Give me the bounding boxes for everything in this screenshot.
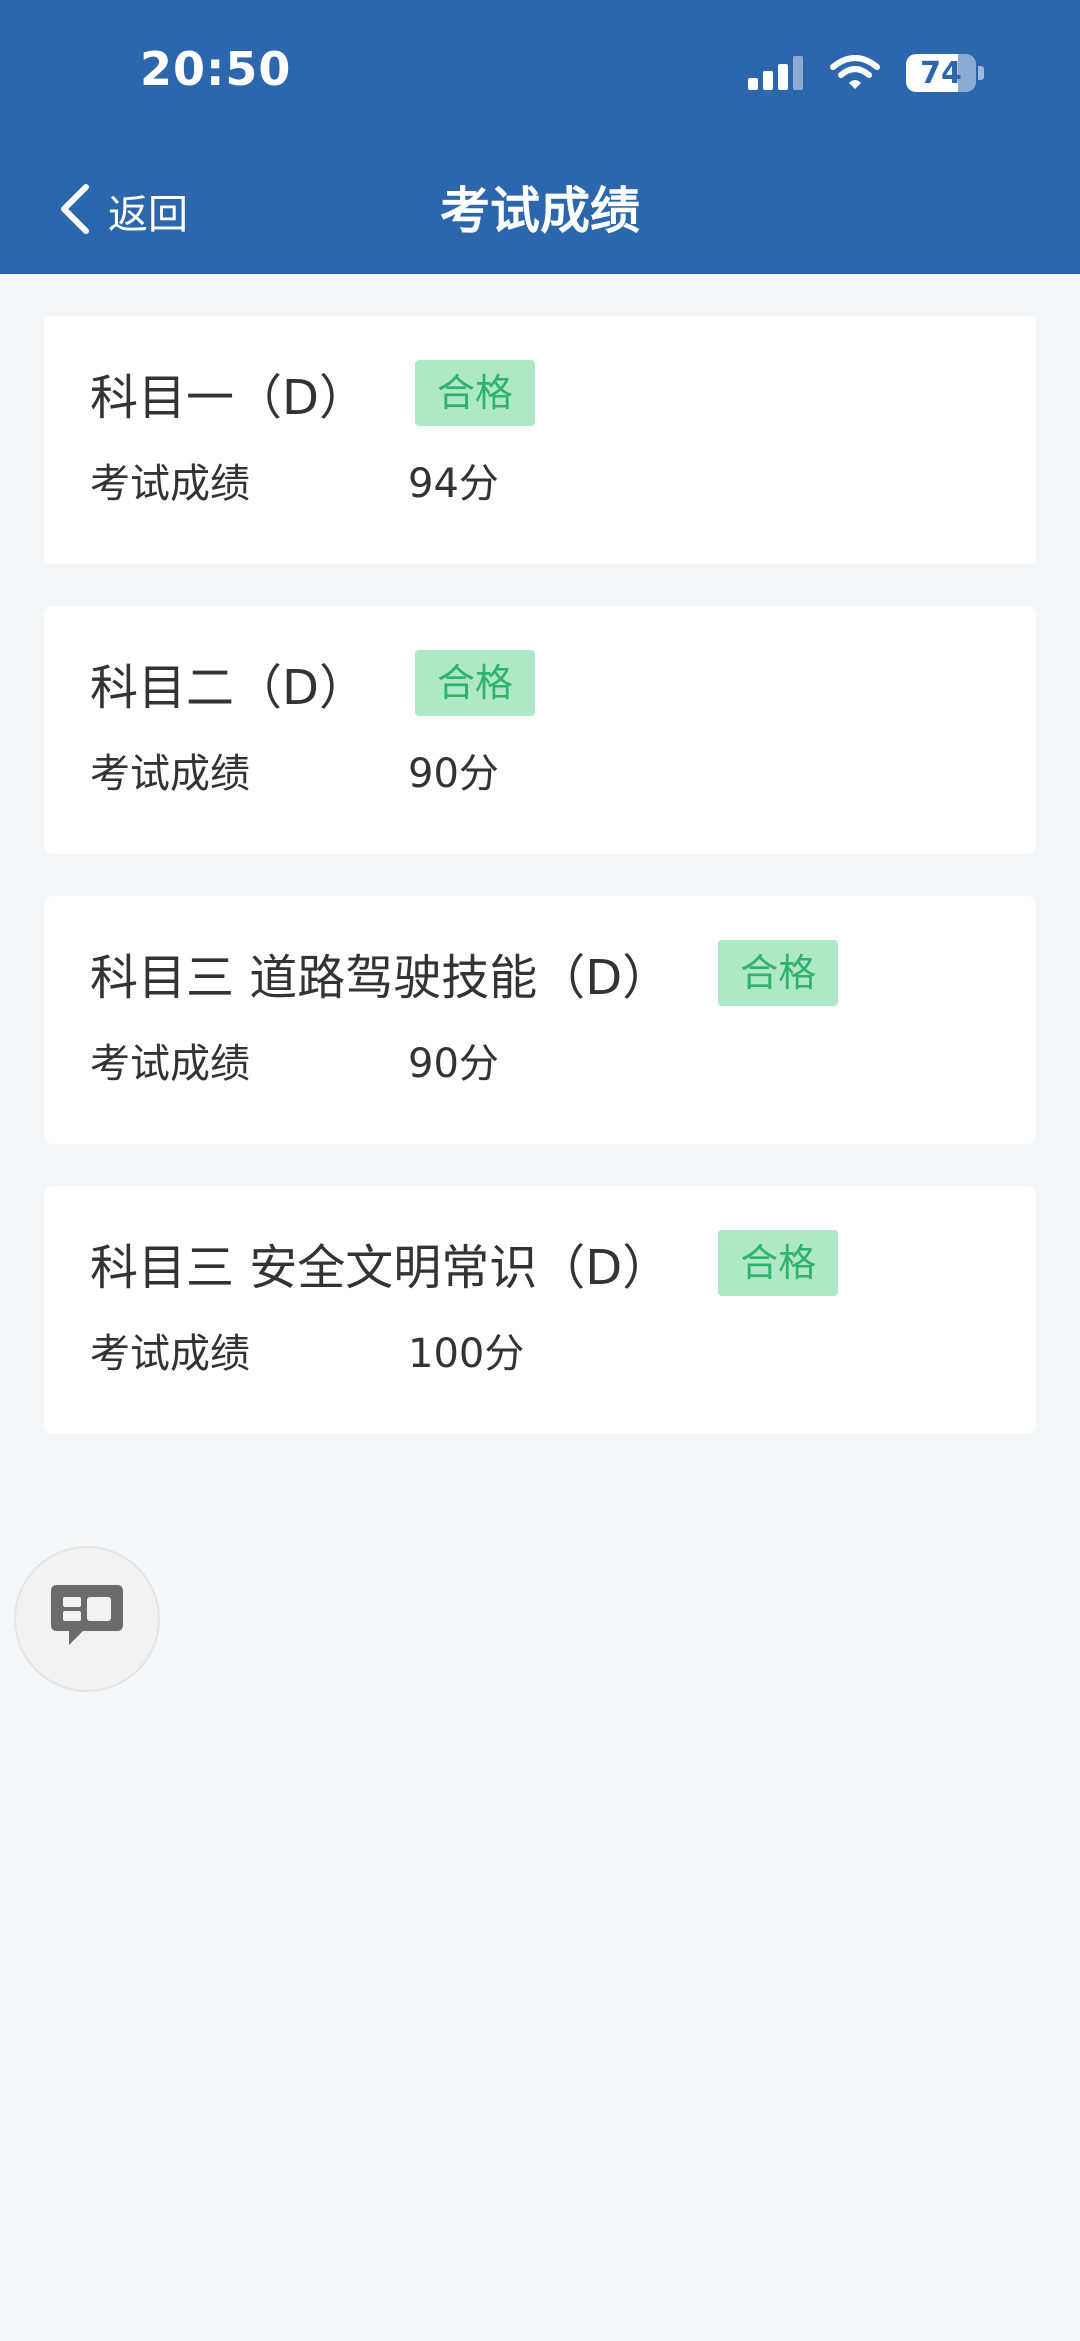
battery-icon: 74 <box>906 54 976 92</box>
score-card-subject-1: 科目一（D） 合格 考试成绩 94分 <box>44 316 1036 564</box>
status-badge: 合格 <box>718 1230 839 1296</box>
status-icons: 74 <box>748 52 984 94</box>
score-row: 考试成绩 90分 <box>90 742 990 798</box>
chevron-left-icon <box>58 183 92 239</box>
status-time: 20:50 <box>140 42 292 96</box>
app-header: 20:50 74 返回 考试成绩 <box>0 0 1080 274</box>
card-title-row: 科目一（D） 合格 <box>90 360 990 426</box>
score-card-subject-2: 科目二（D） 合格 考试成绩 90分 <box>44 606 1036 854</box>
score-row: 考试成绩 90分 <box>90 1032 990 1088</box>
score-label: 考试成绩 <box>90 1331 250 1377</box>
status-badge: 合格 <box>414 360 535 426</box>
score-value: 90分 <box>408 751 499 797</box>
score-card-subject-3-driving: 科目三 道路驾驶技能（D） 合格 考试成绩 90分 <box>44 896 1036 1144</box>
score-label: 考试成绩 <box>90 1041 250 1087</box>
subject-title: 科目三 安全文明常识（D） <box>90 1240 671 1296</box>
score-value: 100分 <box>408 1331 525 1377</box>
card-title-row: 科目三 安全文明常识（D） 合格 <box>90 1230 990 1296</box>
subject-title: 科目三 道路驾驶技能（D） <box>90 950 671 1006</box>
battery-indicator: 74 <box>906 54 984 92</box>
battery-tip <box>978 66 984 80</box>
subject-title: 科目二（D） <box>90 660 367 716</box>
score-row: 考试成绩 100分 <box>90 1322 990 1378</box>
card-title-row: 科目三 道路驾驶技能（D） 合格 <box>90 940 990 1006</box>
score-label: 考试成绩 <box>90 751 250 797</box>
score-value: 94分 <box>408 461 499 507</box>
back-label: 返回 <box>108 192 188 238</box>
back-button[interactable]: 返回 <box>58 178 188 244</box>
chat-button[interactable] <box>14 1546 160 1692</box>
battery-percent: 74 <box>920 55 962 91</box>
wifi-icon <box>830 55 880 91</box>
card-title-row: 科目二（D） 合格 <box>90 650 990 716</box>
status-badge: 合格 <box>718 940 839 1006</box>
score-list: 科目一（D） 合格 考试成绩 94分 科目二（D） 合格 考试成绩 90分 科目… <box>44 316 1036 1476</box>
score-row: 考试成绩 94分 <box>90 452 990 508</box>
score-card-subject-3-safety: 科目三 安全文明常识（D） 合格 考试成绩 100分 <box>44 1186 1036 1434</box>
status-badge: 合格 <box>414 650 535 716</box>
score-label: 考试成绩 <box>90 461 250 507</box>
chat-bubble-icon <box>47 1581 127 1657</box>
subject-title: 科目一（D） <box>90 370 367 426</box>
signal-icon <box>748 56 804 90</box>
score-value: 90分 <box>408 1041 499 1087</box>
